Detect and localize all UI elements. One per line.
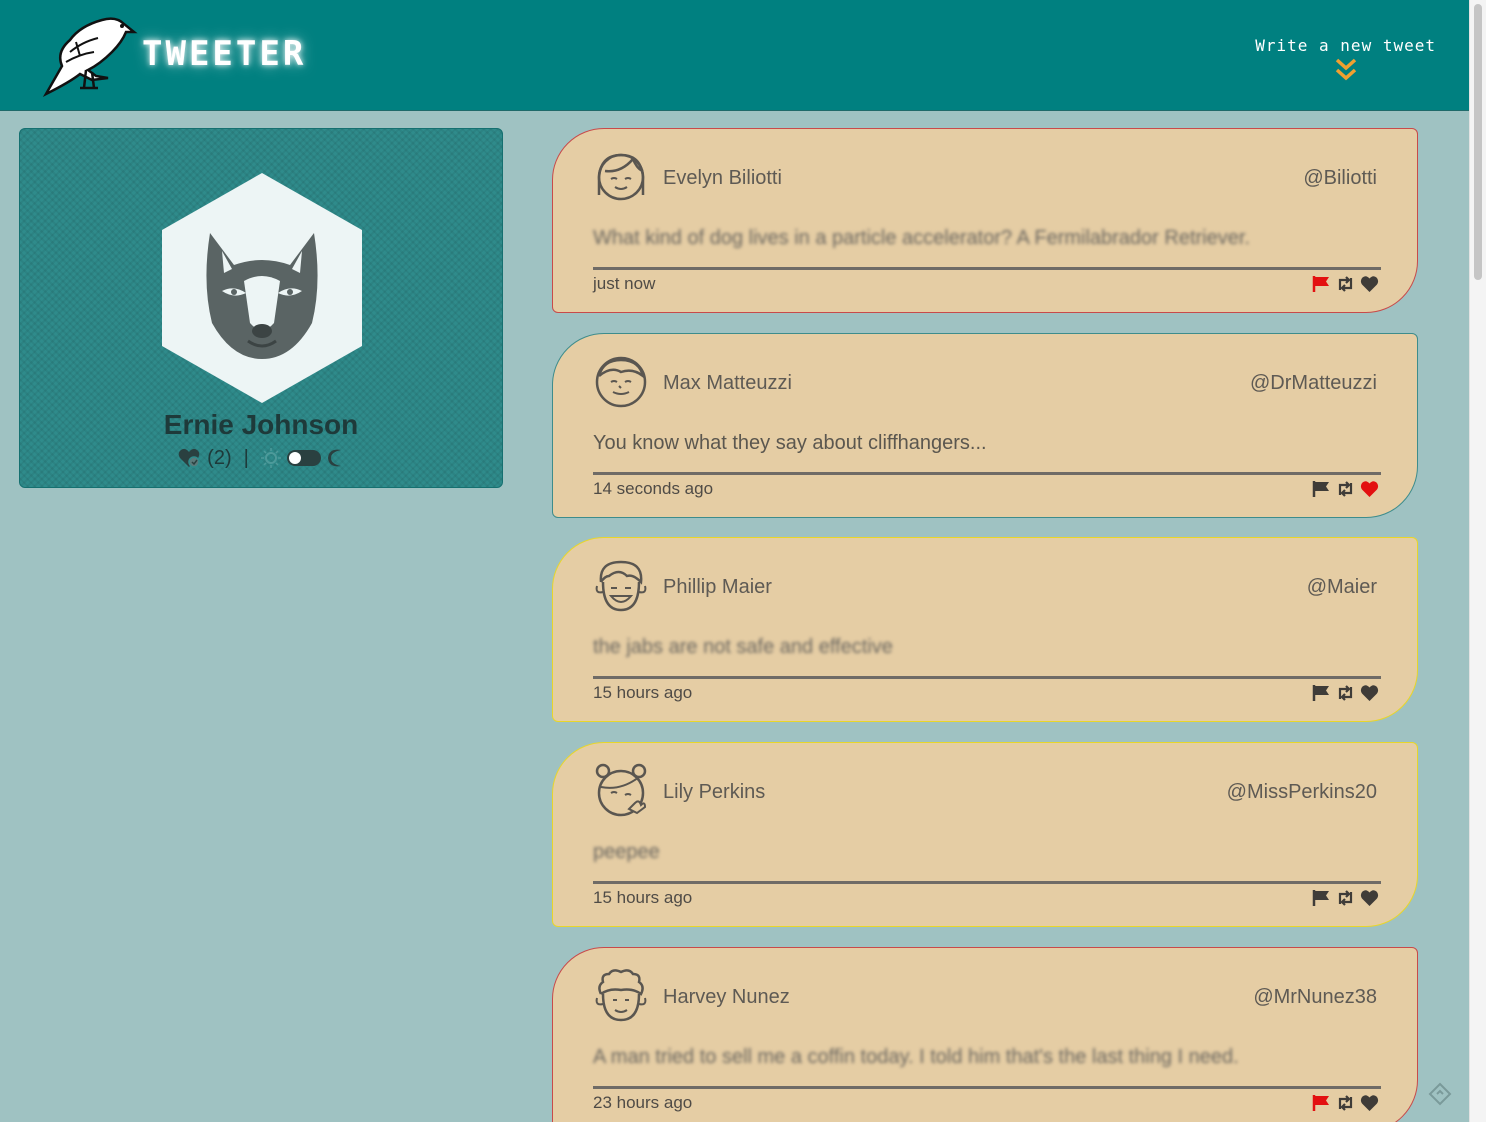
likes-count: (2) <box>207 446 232 469</box>
theme-toggle[interactable] <box>286 450 321 466</box>
tweet-author: Lily Perkins <box>663 781 766 803</box>
user-avatar-icon <box>595 356 647 408</box>
double-chevron-down-icon[interactable] <box>1334 57 1358 83</box>
heart-icon[interactable] <box>1360 480 1379 498</box>
moon-icon <box>327 449 341 467</box>
scroll-thumb[interactable] <box>1474 4 1482 280</box>
tweet-divider <box>593 472 1381 475</box>
flag-icon[interactable] <box>1312 889 1331 907</box>
tweet-content: What kind of dog lives in a particle acc… <box>593 227 1250 249</box>
tweet-divider <box>593 881 1381 884</box>
tweet-card: Lily Perkins @MissPerkins20 peepee 15 hours… <box>552 742 1418 927</box>
tweet-time: just now <box>593 274 656 293</box>
user-avatar-icon <box>595 969 647 1022</box>
retweet-icon[interactable] <box>1336 480 1355 498</box>
retweet-icon[interactable] <box>1336 684 1355 702</box>
heart-icon[interactable] <box>1360 889 1379 907</box>
tweet-actions <box>1312 275 1379 293</box>
page-scrollbar[interactable] <box>1469 0 1486 1122</box>
tweet-card: Max Matteuzzi @DrMatteuzzi You know what t… <box>552 333 1418 518</box>
top-nav: TWEETER Write a new tweet <box>0 0 1470 111</box>
tweet-card: Harvey Nunez @MrNunez38 A man tried to sel… <box>552 947 1418 1132</box>
tweet-actions <box>1312 1094 1379 1112</box>
tweet-author: Evelyn Biliotti <box>663 167 782 189</box>
tweet-actions <box>1312 480 1379 498</box>
window-bottom-edge <box>0 1122 1486 1136</box>
user-avatar-icon <box>595 560 647 612</box>
retweet-icon[interactable] <box>1336 1094 1355 1112</box>
tweet-divider <box>593 1086 1381 1089</box>
user-avatar-icon <box>595 763 647 817</box>
tweet-author: Max Matteuzzi <box>663 372 792 394</box>
tweet-time: 15 hours ago <box>593 888 693 907</box>
tweet-card: Evelyn Biliotti @Biliotti What kind of dog… <box>552 128 1418 313</box>
tweet-content: A man tried to sell me a coffin today. I… <box>593 1046 1239 1068</box>
retweet-icon[interactable] <box>1336 275 1355 293</box>
stats-separator: | <box>243 446 249 469</box>
heart-icon[interactable] <box>1360 684 1379 702</box>
brand-title[interactable]: TWEETER <box>142 34 306 74</box>
tweet-card: Phillip Maier @Maier the jabs are not safe… <box>552 537 1418 722</box>
compose-label[interactable]: Write a new tweet <box>1255 36 1436 55</box>
write-new-tweet-button[interactable]: Write a new tweet <box>1255 36 1436 83</box>
tweet-handle: @Biliotti <box>1303 167 1377 189</box>
tweet-author: Phillip Maier <box>663 576 772 598</box>
toggle-knob <box>288 452 301 464</box>
tweet-content: You know what they say about cliffhanger… <box>593 432 987 454</box>
heart-icon[interactable] <box>1360 1094 1379 1112</box>
profile-card: Ernie Johnson (2) | <box>19 128 503 488</box>
liked-heart-icon <box>178 448 200 468</box>
sun-icon <box>260 448 281 468</box>
tweet-divider <box>593 267 1381 270</box>
profile-name: Ernie Johnson <box>163 409 359 440</box>
tweet-time: 23 hours ago <box>593 1093 693 1112</box>
user-avatar-icon <box>597 153 645 201</box>
flag-icon[interactable] <box>1312 480 1331 498</box>
husky-icon <box>162 173 362 403</box>
tweet-author: Harvey Nunez <box>663 986 790 1008</box>
flag-icon[interactable] <box>1312 684 1331 702</box>
tweet-handle: @MissPerkins20 <box>1226 781 1377 803</box>
tweet-time: 14 seconds ago <box>593 479 714 498</box>
tweet-divider <box>593 676 1381 679</box>
tweet-handle: @Maier <box>1306 576 1377 598</box>
flag-icon[interactable] <box>1312 1094 1331 1112</box>
tweet-handle: @MrNunez38 <box>1253 986 1377 1008</box>
diamond-badge-icon[interactable] <box>1428 1082 1452 1106</box>
tweet-actions <box>1312 889 1379 907</box>
tweet-handle: @DrMatteuzzi <box>1250 372 1377 394</box>
tweet-actions <box>1312 684 1379 702</box>
tweet-content: the jabs are not safe and effective <box>593 636 893 658</box>
tweet-time: 15 hours ago <box>593 683 693 702</box>
profile-stats: (2) | <box>20 445 502 471</box>
heart-icon[interactable] <box>1360 275 1379 293</box>
tweet-content: peepee <box>593 841 660 863</box>
bird-logo-icon[interactable] <box>36 12 138 98</box>
retweet-icon[interactable] <box>1336 889 1355 907</box>
flag-icon[interactable] <box>1312 275 1331 293</box>
